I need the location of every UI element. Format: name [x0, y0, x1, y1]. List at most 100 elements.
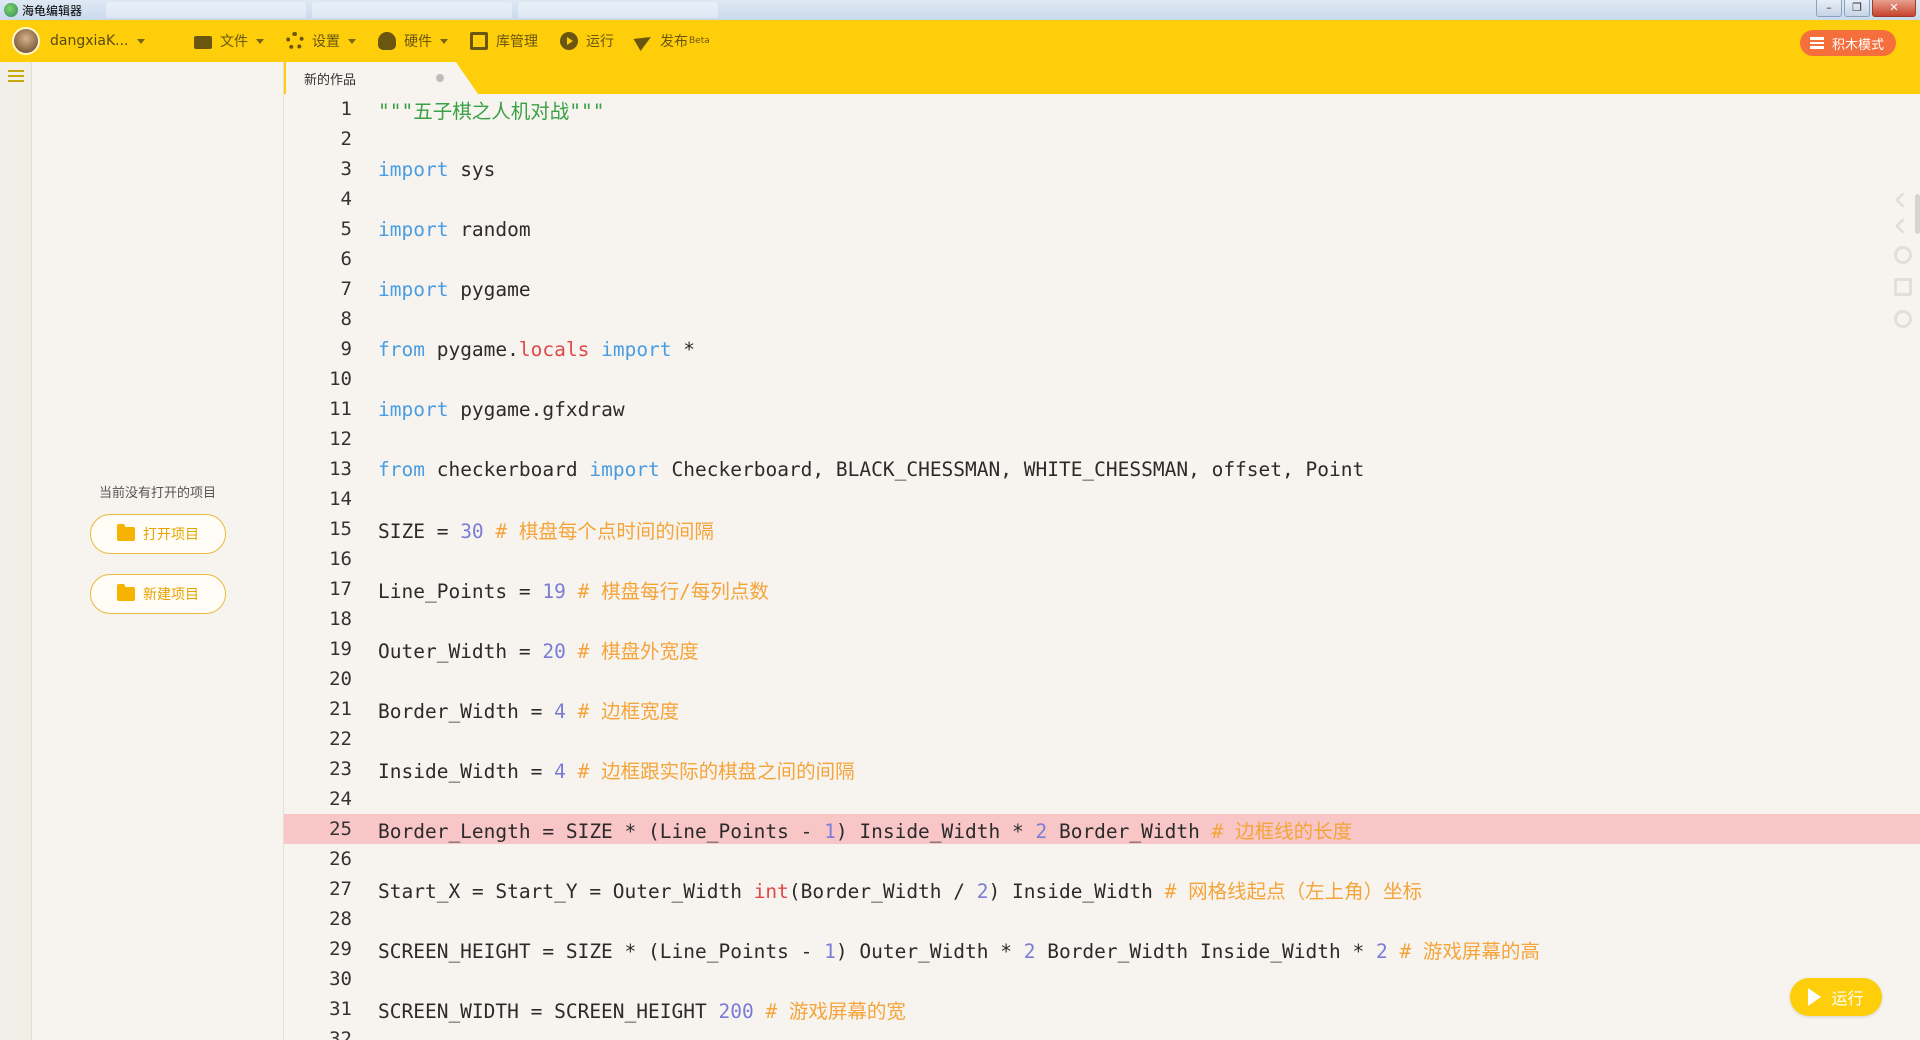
close-button[interactable]: ✕: [1872, 0, 1916, 17]
code-line[interactable]: 24: [284, 784, 1920, 814]
vertical-scrollbar[interactable]: [1915, 194, 1920, 234]
open-project-button[interactable]: 打开项目: [90, 514, 226, 554]
code-line[interactable]: 7 import pygame: [284, 274, 1920, 304]
code-token: ) Inside_Width *: [835, 819, 1036, 843]
publish-button[interactable]: 发布 Beta: [633, 30, 710, 52]
settings-menu-label: 设置: [312, 34, 340, 50]
block-mode-button[interactable]: 积木模式: [1799, 30, 1896, 56]
zoom-in-icon[interactable]: [1894, 246, 1912, 264]
background-tab[interactable]: [518, 2, 719, 18]
run-menu-label: 运行: [586, 34, 614, 50]
code-line[interactable]: 11 import pygame.gfxdraw: [284, 394, 1920, 424]
code-line[interactable]: 18: [284, 604, 1920, 634]
library-manager-label: 库管理: [496, 34, 538, 50]
code-line[interactable]: 22: [284, 724, 1920, 754]
code-line[interactable]: 25 Border_Length = SIZE * (Line_Points - …: [284, 814, 1920, 844]
code-line[interactable]: 19 Outer_Width = 20 # 棋盘外宽度: [284, 634, 1920, 664]
code-token: 4: [554, 699, 566, 723]
user-menu[interactable]: dangxiaK...: [12, 27, 172, 55]
undo-icon[interactable]: [1894, 191, 1912, 209]
background-tab[interactable]: [312, 2, 513, 18]
code-line[interactable]: 6: [284, 244, 1920, 274]
line-code: SIZE = 30 # 棋盘每个点时间的间隔: [378, 515, 714, 544]
line-number: 19: [329, 638, 352, 660]
minimize-button[interactable]: –: [1816, 0, 1842, 17]
line-number: 18: [329, 608, 352, 630]
code-token: # 边框跟实际的棋盘之间的间隔: [577, 759, 855, 783]
run-button[interactable]: 运行: [1790, 978, 1882, 1016]
unsaved-dot-icon[interactable]: [436, 74, 444, 82]
file-menu[interactable]: 文件: [194, 31, 264, 51]
code-line[interactable]: 31 SCREEN_WIDTH = SCREEN_HEIGHT 200 # 游戏屏…: [284, 994, 1920, 1024]
run-menu-button[interactable]: 运行: [560, 31, 614, 51]
line-number: 20: [329, 668, 352, 690]
open-project-label: 打开项目: [143, 527, 199, 543]
menu-list-icon[interactable]: [8, 70, 24, 82]
code-line[interactable]: 17 Line_Points = 19 # 棋盘每行/每列点数: [284, 574, 1920, 604]
code-token: import: [378, 277, 449, 301]
username: dangxiaK...: [50, 33, 129, 49]
code-token: ) Outer_Width *: [835, 939, 1024, 963]
gear-icon: [286, 32, 304, 50]
code-line[interactable]: 14: [284, 484, 1920, 514]
code-token: int: [753, 879, 789, 903]
code-line[interactable]: 26: [284, 844, 1920, 874]
code-line[interactable]: 2: [284, 124, 1920, 154]
redo-icon[interactable]: [1894, 217, 1912, 235]
code-line[interactable]: 16: [284, 544, 1920, 574]
code-line[interactable]: 30: [284, 964, 1920, 994]
project-panel: 当前没有打开的项目 打开项目 新建项目: [32, 62, 284, 1040]
line-code: Inside_Width = 4 # 边框跟实际的棋盘之间的间隔: [378, 755, 855, 784]
code-token: Border_Width: [1047, 819, 1212, 843]
line-number: 2: [340, 128, 352, 150]
line-number: 26: [329, 848, 352, 870]
code-token: pygame.gfxdraw: [448, 397, 625, 421]
code-line[interactable]: 15 SIZE = 30 # 棋盘每个点时间的间隔: [284, 514, 1920, 544]
line-code: Outer_Width = 20 # 棋盘外宽度: [378, 635, 699, 664]
code-line[interactable]: 3 import sys: [284, 154, 1920, 184]
tab-new-work[interactable]: 新的作品: [286, 62, 478, 94]
chevron-down-icon: [256, 38, 264, 44]
code-line[interactable]: 1 """五子棋之人机对战""": [284, 94, 1920, 124]
editor-side-tools: [1894, 191, 1912, 328]
code-line[interactable]: 29 SCREEN_HEIGHT = SIZE * (Line_Points - …: [284, 934, 1920, 964]
code-line[interactable]: 12: [284, 424, 1920, 454]
new-project-button[interactable]: 新建项目: [90, 574, 226, 614]
code-line[interactable]: 21 Border_Width = 4 # 边框宽度: [284, 694, 1920, 724]
reset-zoom-icon[interactable]: [1894, 278, 1912, 296]
library-manager-button[interactable]: 库管理: [470, 31, 538, 51]
code-line[interactable]: 8: [284, 304, 1920, 334]
code-line[interactable]: 10: [284, 364, 1920, 394]
background-window-tabs: [106, 2, 719, 18]
line-number: 3: [340, 158, 352, 180]
code-token: 2: [1035, 819, 1048, 843]
code-token: SIZE =: [378, 519, 461, 543]
code-line[interactable]: 23 Inside_Width = 4 # 边框跟实际的棋盘之间的间隔: [284, 754, 1920, 784]
line-code: import random: [378, 218, 531, 241]
line-number: 31: [329, 998, 352, 1020]
code-token: (Border_Width /: [788, 879, 977, 903]
line-number: 14: [329, 488, 352, 510]
code-token: 2: [1023, 939, 1036, 963]
code-line[interactable]: 4: [284, 184, 1920, 214]
hardware-menu[interactable]: 硬件: [378, 31, 448, 51]
code-line[interactable]: 5 import random: [284, 214, 1920, 244]
code-token: Border_Length = SIZE * (Line_Points -: [378, 819, 825, 843]
zoom-out-icon[interactable]: [1894, 310, 1912, 328]
settings-menu[interactable]: 设置: [286, 31, 356, 51]
background-tab[interactable]: [106, 2, 307, 18]
code-line[interactable]: 32: [284, 1024, 1920, 1040]
activity-bar: [0, 62, 32, 1040]
code-token: Line_Points =: [378, 579, 543, 603]
code-token: Border_Width =: [378, 699, 555, 723]
code-line[interactable]: 28: [284, 904, 1920, 934]
code-editor[interactable]: 1 """五子棋之人机对战""" 2 3 import sys 4 5 import rand…: [284, 94, 1920, 1040]
code-line[interactable]: 27 Start_X = Start_Y = Outer_Width int(Bo…: [284, 874, 1920, 904]
maximize-button[interactable]: ❐: [1844, 0, 1870, 17]
code-line[interactable]: 20: [284, 664, 1920, 694]
line-number: 5: [340, 218, 352, 240]
code-line[interactable]: 9 from pygame.locals import *: [284, 334, 1920, 364]
code-token: import: [378, 217, 449, 241]
code-token: 2: [1375, 939, 1388, 963]
code-line[interactable]: 13 from checkerboard import Checkerboard,…: [284, 454, 1920, 484]
